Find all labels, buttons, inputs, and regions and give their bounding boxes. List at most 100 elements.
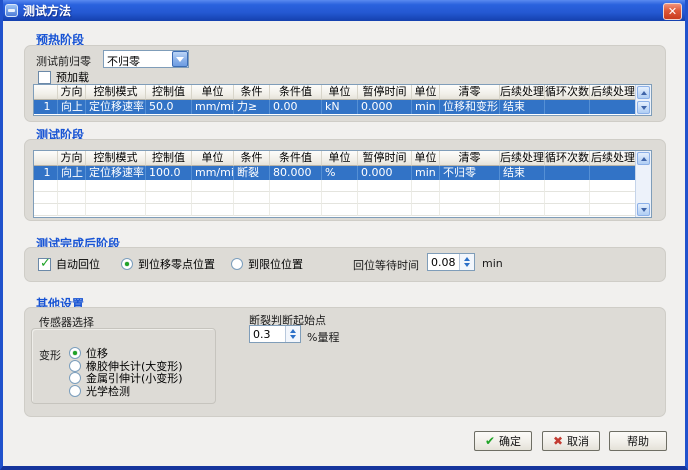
checkbox-icon[interactable] xyxy=(38,71,51,84)
table-cell[interactable]: 力≥ xyxy=(234,100,270,114)
table-cell[interactable] xyxy=(590,100,637,114)
table-empty-row[interactable] xyxy=(34,180,651,192)
table-cell[interactable]: 1 xyxy=(34,100,58,114)
table-header-cell: 暂停时间 xyxy=(358,85,412,100)
table-row[interactable]: 1向上定位移速率100.0mm/min断裂80.000%0.000min不归零结… xyxy=(34,166,651,180)
spinner-arrows-icon[interactable] xyxy=(459,254,474,270)
help-button[interactable]: 帮助 xyxy=(609,431,667,451)
table-empty-cell xyxy=(440,180,500,192)
table-empty-cell xyxy=(412,192,440,204)
table-empty-cell xyxy=(545,180,590,192)
radio-selected-icon[interactable] xyxy=(121,258,133,270)
table-cell[interactable]: 0.00 xyxy=(270,100,322,114)
table-header-cell: 方向 xyxy=(58,151,86,166)
table-header-cell xyxy=(34,85,58,100)
table-empty-cell xyxy=(34,204,58,216)
chevron-down-icon[interactable] xyxy=(172,51,188,67)
return-wait-unit: min xyxy=(482,257,503,270)
table-cell[interactable]: 0.000 xyxy=(358,166,412,180)
check-icon: ✔ xyxy=(485,434,495,448)
table-empty-cell xyxy=(58,204,86,216)
table-empty-cell xyxy=(86,192,146,204)
preload-checkbox[interactable]: 预加载 xyxy=(38,69,89,85)
table-empty-cell xyxy=(86,180,146,192)
preheat-table-scrollbar[interactable] xyxy=(635,85,651,115)
table-cell[interactable]: min xyxy=(412,100,440,114)
scroll-up-icon[interactable] xyxy=(637,152,650,165)
table-cell[interactable]: mm/min xyxy=(192,166,234,180)
table-empty-cell xyxy=(590,192,637,204)
sensor-option-radio[interactable]: 光学检测 xyxy=(69,383,130,399)
window-icon xyxy=(5,4,18,17)
table-cell[interactable] xyxy=(545,166,590,180)
table-cell[interactable]: 0.000 xyxy=(358,100,412,114)
radio-icon[interactable] xyxy=(69,385,81,397)
scroll-down-icon[interactable] xyxy=(637,101,650,114)
table-header-cell: 后续处理 xyxy=(500,85,545,100)
table-empty-cell xyxy=(234,180,270,192)
table-row[interactable]: 1向上定位移速率50.0mm/min力≥0.00kN0.000min位移和变形归… xyxy=(34,100,651,114)
help-button-label: 帮助 xyxy=(627,433,649,449)
table-cell[interactable]: 1 xyxy=(34,166,58,180)
table-cell[interactable]: 定位移速率 xyxy=(86,166,146,180)
zero-before-test-value: 不归零 xyxy=(104,51,172,67)
table-empty-cell xyxy=(234,204,270,216)
table-empty-cell xyxy=(58,192,86,204)
table-header-cell: 控制值 xyxy=(146,151,192,166)
table-cell[interactable]: kN xyxy=(322,100,358,114)
table-cell[interactable]: 结束 xyxy=(500,100,545,114)
return-to-zero-radio[interactable]: 到位移零点位置 xyxy=(121,256,215,272)
table-cell[interactable]: 向上 xyxy=(58,166,86,180)
table-empty-cell xyxy=(270,192,322,204)
table-empty-cell xyxy=(192,180,234,192)
zero-before-test-combo[interactable]: 不归零 xyxy=(103,50,189,68)
scroll-down-icon[interactable] xyxy=(637,203,650,216)
table-header-cell: 清零 xyxy=(440,151,500,166)
table-empty-cell xyxy=(440,192,500,204)
test-table-scrollbar[interactable] xyxy=(635,151,651,217)
table-cell[interactable] xyxy=(545,100,590,114)
auto-return-label: 自动回位 xyxy=(56,256,100,272)
table-cell[interactable]: % xyxy=(322,166,358,180)
return-wait-value[interactable]: 0.08 xyxy=(428,254,459,270)
table-header-cell: 单位 xyxy=(322,151,358,166)
table-cell[interactable]: min xyxy=(412,166,440,180)
checkbox-checked-icon[interactable] xyxy=(38,258,51,271)
table-empty-cell xyxy=(192,192,234,204)
table-empty-cell xyxy=(146,192,192,204)
break-criterion-spinner[interactable]: 0.3 xyxy=(249,325,301,343)
table-empty-row[interactable] xyxy=(34,204,651,216)
zero-before-test-label: 测试前归零 xyxy=(36,53,91,69)
table-empty-cell xyxy=(322,192,358,204)
table-cell[interactable]: 向上 xyxy=(58,100,86,114)
table-header-cell: 循环次数 xyxy=(545,85,590,100)
table-header-cell: 单位 xyxy=(322,85,358,100)
scroll-up-icon[interactable] xyxy=(637,86,650,99)
table-cell[interactable]: mm/min xyxy=(192,100,234,114)
table-header-cell: 单位 xyxy=(412,151,440,166)
return-to-limit-radio[interactable]: 到限位位置 xyxy=(231,256,303,272)
cancel-button[interactable]: ✖ 取消 xyxy=(542,431,600,451)
titlebar[interactable]: 测试方法 ✕ xyxy=(0,0,688,21)
auto-return-checkbox[interactable]: 自动回位 xyxy=(38,256,100,272)
radio-icon[interactable] xyxy=(231,258,243,270)
table-cell[interactable]: 100.0 xyxy=(146,166,192,180)
table-cell[interactable]: 不归零 xyxy=(440,166,500,180)
break-criterion-value[interactable]: 0.3 xyxy=(250,326,285,342)
ok-button[interactable]: ✔ 确定 xyxy=(474,431,532,451)
table-empty-cell xyxy=(270,180,322,192)
table-header-row: 方向控制模式控制值单位条件条件值单位暂停时间单位清零后续处理循环次数后续处理 xyxy=(34,151,651,166)
spinner-arrows-icon[interactable] xyxy=(285,326,300,342)
table-cell[interactable]: 定位移速率 xyxy=(86,100,146,114)
table-empty-row[interactable] xyxy=(34,192,651,204)
table-cell[interactable]: 位移和变形归零 xyxy=(440,100,500,114)
table-cell[interactable] xyxy=(590,166,637,180)
table-cell[interactable]: 80.000 xyxy=(270,166,322,180)
table-header-cell: 条件值 xyxy=(270,85,322,100)
table-cell[interactable]: 50.0 xyxy=(146,100,192,114)
table-header-cell: 方向 xyxy=(58,85,86,100)
return-wait-spinner[interactable]: 0.08 xyxy=(427,253,475,271)
table-cell[interactable]: 断裂 xyxy=(234,166,270,180)
table-cell[interactable]: 结束 xyxy=(500,166,545,180)
close-icon[interactable]: ✕ xyxy=(663,3,682,20)
